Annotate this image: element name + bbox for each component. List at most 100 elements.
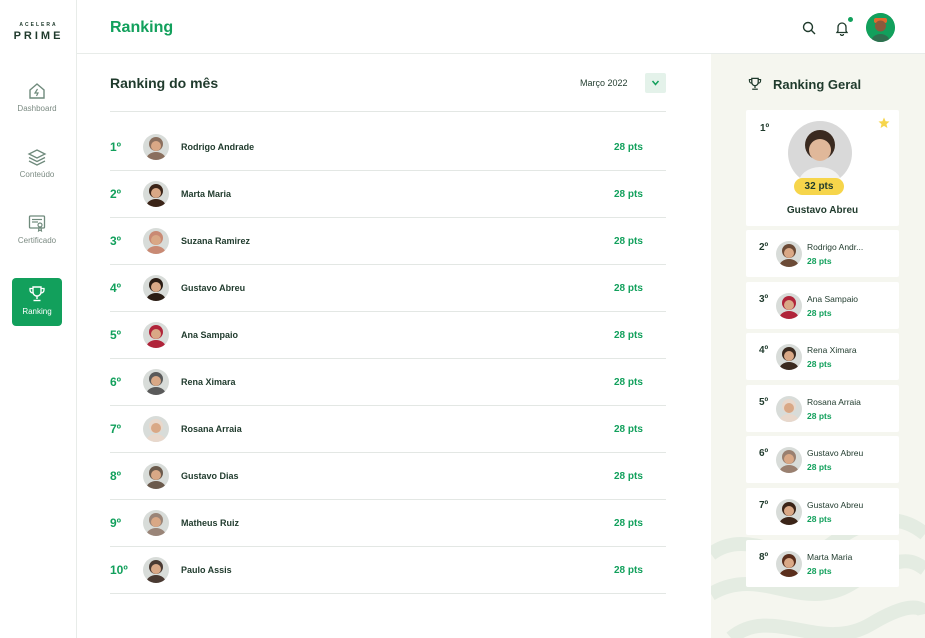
rank-points: 28 pts (807, 359, 832, 370)
avatar (776, 395, 802, 422)
ranking-list: 1º Rodrigo Andrade 28 pts 2º Marta Maria 28 p… (110, 124, 666, 594)
ranking-row[interactable]: 2º Marta Maria 28 pts (110, 171, 666, 218)
avatar (143, 369, 169, 395)
rank-name: Marta Maria (181, 189, 232, 199)
rank-name: Suzana Ramirez (181, 236, 251, 246)
leader-points-badge: 32 pts (794, 178, 844, 195)
avatar-figure (776, 395, 802, 422)
rank-points: 28 pts (614, 518, 643, 529)
avatar (776, 344, 802, 371)
avatar-figure (776, 292, 802, 319)
search-icon[interactable] (802, 21, 816, 35)
home-icon (29, 83, 45, 99)
rank-points: 28 pts (807, 514, 832, 524)
sidebar: ACELERA PRIME Dashboard Conteúdo Certifi… (0, 0, 77, 638)
rank-points: 28 pts (807, 307, 832, 318)
brand-top: ACELERA (19, 22, 58, 28)
avatar (143, 275, 169, 301)
rank-position: 3º (110, 234, 122, 248)
avatar-figure (143, 557, 169, 583)
avatar-figure (776, 447, 802, 474)
trophy-icon (29, 286, 45, 302)
bell-icon[interactable] (834, 20, 850, 36)
avatar-figure (776, 499, 802, 525)
ranking-row[interactable]: 4º Gustavo Abreu 28 pts (110, 265, 666, 312)
sidebar-item-dashboard[interactable]: Dashboard (12, 75, 62, 123)
rank-name: Rosana Arraia (807, 396, 861, 407)
ranking-row[interactable]: 7º Rosana Arraia 28 pts (110, 406, 666, 453)
ranking-row[interactable]: 6º Rena Ximara 28 pts (110, 359, 666, 406)
rank-points: 28 pts (614, 377, 643, 388)
rank-name: Rodrigo Andrade (181, 142, 255, 152)
rank-position: 2º (110, 187, 122, 201)
rank-position: 7º (759, 500, 769, 511)
sidebar-item-conteudo[interactable]: Conteúdo (12, 141, 62, 189)
avatar (143, 134, 169, 160)
general-ranking-card[interactable]: 7º Gustavo Abreu 28 pts (746, 488, 899, 535)
general-ranking-card[interactable]: 8º Marta Maria 28 pts (746, 539, 899, 587)
general-ranking-panel: Ranking Geral 1º 32 pts Gustavo Abreu 2º… (711, 54, 925, 638)
ranking-row[interactable]: 1º Rodrigo Andrade 28 pts (110, 124, 666, 171)
avatar (776, 550, 802, 577)
chevron-down-icon (651, 80, 660, 86)
rank-name: Marta Maria (807, 551, 853, 562)
rank-position: 4º (759, 345, 769, 357)
rank-name: Matheus Ruiz (181, 518, 240, 528)
avatar-figure (776, 550, 802, 577)
rank-position: 8º (110, 469, 122, 483)
certificate-icon (28, 215, 46, 233)
sidebar-item-label: Dashboard (17, 104, 57, 113)
sidebar-item-label: Conteúdo (19, 170, 55, 179)
brand-logo[interactable]: ACELERA PRIME (0, 22, 77, 42)
avatar-figure (866, 13, 895, 42)
general-ranking-card[interactable]: 4º Rena Ximara 28 pts (746, 333, 899, 381)
avatar (776, 499, 802, 525)
rank-position: 10º (110, 563, 128, 577)
trophy-icon (748, 77, 762, 90)
rank-name: Gustavo Abreu (807, 500, 864, 510)
month-select-value[interactable]: Março 2022 (580, 78, 628, 88)
rank-position: 6º (110, 375, 122, 389)
avatar-figure (143, 275, 169, 301)
top-header: Ranking (77, 0, 925, 54)
ranking-row[interactable]: 10º Paulo Assis 28 pts (110, 547, 666, 594)
ranking-row[interactable]: 5º Ana Sampaio 28 pts (110, 312, 666, 359)
avatar (776, 241, 802, 267)
sidebar-item-ranking[interactable]: Ranking (12, 278, 62, 326)
rank-name: Gustavo Dias (181, 471, 239, 481)
layers-icon (27, 149, 47, 166)
month-dropdown-button[interactable] (645, 73, 666, 93)
star-icon (878, 117, 890, 128)
rank-points: 28 pts (614, 330, 643, 341)
ranking-row[interactable]: 9º Matheus Ruiz 28 pts (110, 500, 666, 547)
avatar (143, 322, 169, 348)
rank-name: Rena Ximara (807, 345, 857, 356)
rank-position: 7º (110, 422, 122, 436)
divider (110, 111, 666, 112)
rank-position: 5º (759, 396, 769, 408)
avatar (143, 463, 169, 489)
rank-points: 28 pts (614, 424, 643, 435)
rank-points: 28 pts (614, 236, 643, 247)
user-avatar[interactable] (866, 13, 895, 42)
rank-name: Gustavo Abreu (807, 448, 864, 459)
leader-avatar (788, 121, 852, 185)
avatar-figure (143, 369, 169, 395)
rank-name: Gustavo Abreu (181, 283, 246, 293)
ranking-row[interactable]: 3º Suzana Ramirez 28 pts (110, 218, 666, 265)
ranking-row[interactable]: 8º Gustavo Dias 28 pts (110, 453, 666, 500)
rank-points: 28 pts (614, 283, 643, 294)
rank-position: 2º (759, 242, 769, 253)
leader-card[interactable]: 1º 32 pts Gustavo Abreu (746, 110, 899, 226)
sidebar-item-label: Ranking (22, 307, 52, 316)
rank-name: Rodrigo Andr... (807, 242, 864, 252)
sidebar-item-certificado[interactable]: Certificado (12, 207, 62, 255)
general-ranking-card[interactable]: 3º Ana Sampaio 28 pts (746, 281, 899, 329)
rank-name: Ana Sampaio (181, 330, 239, 340)
rank-position: 1º (110, 140, 122, 154)
avatar-figure (143, 134, 169, 160)
general-ranking-card[interactable]: 2º Rodrigo Andr... 28 pts (746, 230, 899, 277)
general-ranking-card[interactable]: 6º Gustavo Abreu 28 pts (746, 436, 899, 484)
general-ranking-card[interactable]: 5º Rosana Arraia 28 pts (746, 384, 899, 432)
avatar-figure (776, 344, 802, 371)
